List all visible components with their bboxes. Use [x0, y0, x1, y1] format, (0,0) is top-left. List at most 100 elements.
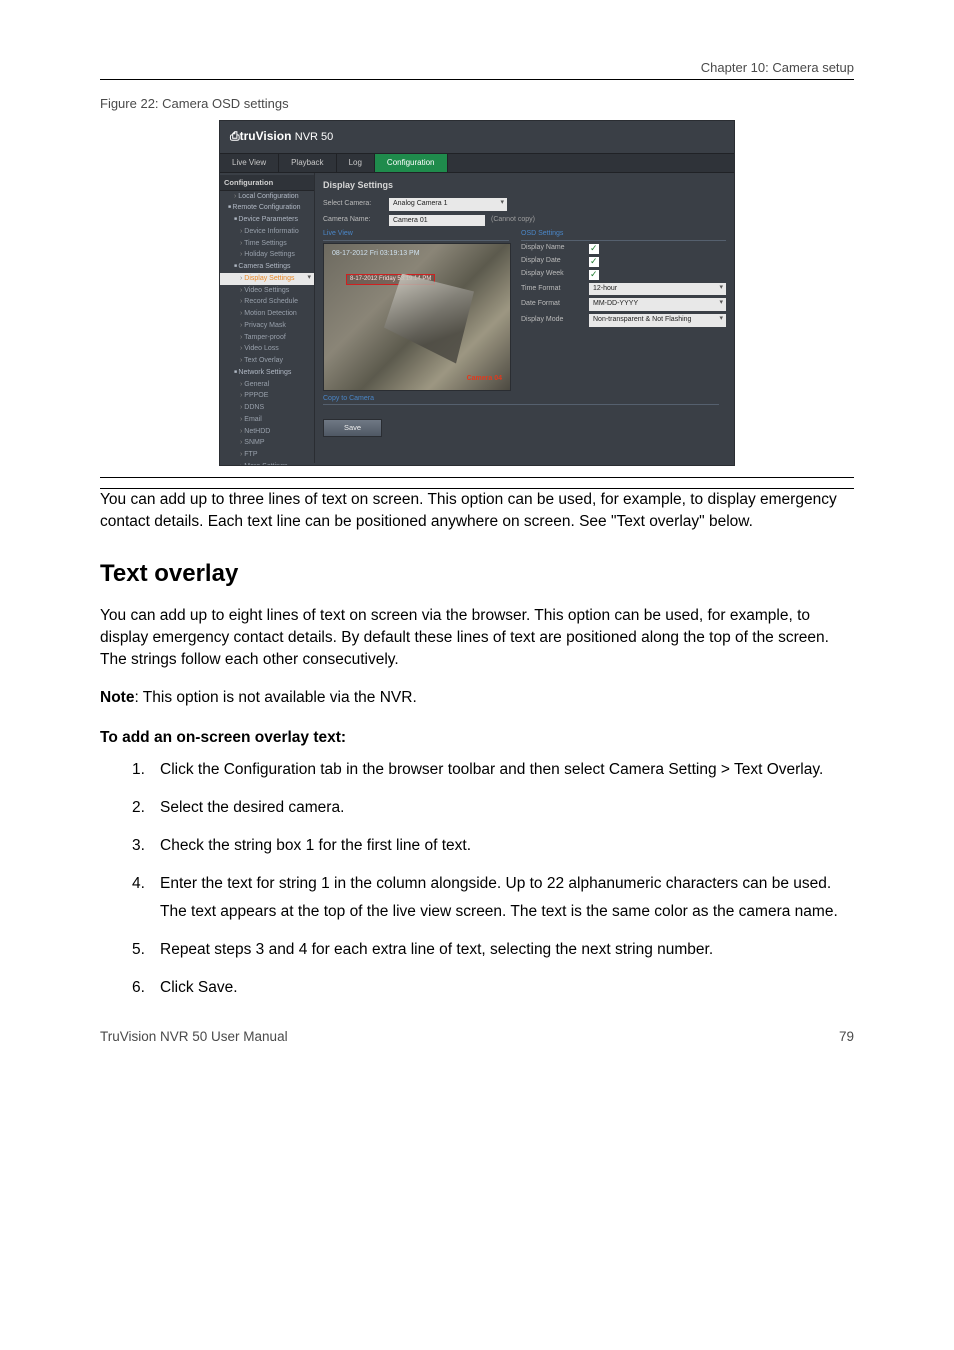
osd-label: Display Mode: [521, 316, 583, 325]
osd-label: Date Format: [521, 300, 583, 309]
preview-timestamp: 08-17-2012 Fri 03:19:13 PM: [332, 250, 420, 259]
live-view-header: Live View: [323, 230, 509, 241]
osd-row: Display Mode Non-transparent & Not Flashi…: [521, 314, 726, 327]
sidebar-item[interactable]: NetHDD: [220, 426, 314, 438]
step-2: 2.Select the desired camera.: [100, 797, 854, 819]
sidebar-item[interactable]: Text Overlay: [220, 356, 314, 368]
dropdown[interactable]: MM-DD-YYYY: [589, 298, 726, 311]
dropdown[interactable]: Non-transparent & Not Flashing: [589, 314, 726, 327]
brand-main: Vision: [256, 129, 292, 143]
sidebar-item[interactable]: Video Loss: [220, 344, 314, 356]
heading-text-overlay: Text overlay: [100, 557, 854, 591]
camera-name-input[interactable]: [389, 215, 485, 226]
save-button[interactable]: Save: [323, 419, 382, 436]
step-1: 1.Click the Configuration tab in the bro…: [100, 759, 854, 781]
osd-row: Display Week: [521, 270, 726, 280]
osd-label: Display Week: [521, 270, 583, 279]
step-number: 1.: [132, 759, 160, 781]
page-title: Display Settings: [323, 177, 726, 194]
brand-icon: ⎙: [230, 129, 240, 143]
step-text: Check the string box 1 for the first lin…: [160, 837, 471, 854]
sidebar-item[interactable]: FTP: [220, 450, 314, 462]
chapter-heading: Chapter 10: Camera setup: [100, 60, 854, 75]
step-text: Click the Configuration tab in the brows…: [160, 761, 823, 778]
sidebar-item[interactable]: Record Schedule: [220, 297, 314, 309]
osd-header: OSD Settings: [521, 230, 726, 241]
body-paragraph: You can add up to three lines of text on…: [100, 489, 854, 533]
preview-camera-label[interactable]: Camera 04: [467, 375, 502, 384]
main-nav: Live View Playback Log Configuration: [220, 153, 734, 173]
brand: ⎙truVision NVR 50: [220, 121, 734, 153]
checkbox[interactable]: [589, 244, 599, 254]
checkbox[interactable]: [589, 270, 599, 280]
sidebar-item[interactable]: Remote Configuration: [220, 203, 314, 215]
step-4: 4.Enter the text for string 1 in the col…: [100, 873, 854, 923]
step-text: Select the desired camera.: [160, 799, 344, 816]
nav-live-view[interactable]: Live View: [220, 154, 279, 172]
osd-row: Display Date: [521, 257, 726, 267]
step-text: Repeat steps 3 and 4 for each extra line…: [160, 941, 713, 958]
note-label: Note: [100, 689, 134, 706]
sidebar-item[interactable]: More Settings: [220, 461, 314, 465]
note-text: : This option is not available via the N…: [134, 689, 416, 706]
camera-name-note: (Cannot copy): [491, 216, 535, 225]
screenshot-app: ⎙truVision NVR 50 Live View Playback Log…: [220, 121, 734, 465]
brand-model: NVR 50: [295, 131, 334, 143]
nav-log[interactable]: Log: [337, 154, 375, 172]
step-3: 3.Check the string box 1 for the first l…: [100, 835, 854, 857]
footer-page-number: 79: [839, 1029, 854, 1044]
nav-playback[interactable]: Playback: [279, 154, 336, 172]
heading-procedure: To add an on-screen overlay text:: [100, 727, 854, 749]
sidebar-item[interactable]: Local Configuration: [220, 191, 314, 203]
sidebar-item[interactable]: Network Settings: [220, 367, 314, 379]
sidebar-item[interactable]: Video Settings: [220, 285, 314, 297]
sidebar-item[interactable]: Display Settings: [220, 273, 314, 285]
step-6: 6.Click Save.: [100, 977, 854, 999]
nav-configuration[interactable]: Configuration: [375, 154, 448, 172]
sidebar-item[interactable]: Time Settings: [220, 238, 314, 250]
body-paragraph: You can add up to eight lines of text on…: [100, 605, 854, 671]
sidebar-item[interactable]: Holiday Settings: [220, 250, 314, 262]
osd-label: Time Format: [521, 285, 583, 294]
step-number: 4.: [132, 873, 160, 895]
step-text-cont: The text appears at the top of the live …: [160, 901, 854, 923]
sidebar-item[interactable]: Device Informatio: [220, 226, 314, 238]
sidebar-item[interactable]: DDNS: [220, 403, 314, 415]
osd-row: Date Format MM-DD-YYYY: [521, 298, 726, 311]
sidebar-item[interactable]: Camera Settings: [220, 262, 314, 274]
sidebar-item[interactable]: General: [220, 379, 314, 391]
sidebar-item[interactable]: Motion Detection: [220, 309, 314, 321]
sidebar: Configuration Local ConfigurationRemote …: [220, 173, 315, 463]
step-text: Click Save.: [160, 979, 238, 996]
figure-caption: Figure 22: Camera OSD settings: [100, 96, 854, 111]
step-number: 3.: [132, 835, 160, 857]
sidebar-item[interactable]: PPPOE: [220, 391, 314, 403]
step-text: Enter the text for string 1 in the colum…: [160, 875, 831, 892]
footer-doc-title: TruVision NVR 50 User Manual: [100, 1029, 288, 1044]
checkbox[interactable]: [589, 257, 599, 267]
step-number: 5.: [132, 939, 160, 961]
osd-label: Display Date: [521, 257, 583, 266]
step-number: 6.: [132, 977, 160, 999]
sidebar-item[interactable]: Email: [220, 414, 314, 426]
camera-preview[interactable]: 08-17-2012 Fri 03:19:13 PM 8-17-2012 Fri…: [323, 243, 511, 391]
step-5: 5.Repeat steps 3 and 4 for each extra li…: [100, 939, 854, 961]
step-number: 2.: [132, 797, 160, 819]
sidebar-item[interactable]: SNMP: [220, 438, 314, 450]
sidebar-item[interactable]: Device Parameters: [220, 215, 314, 227]
sidebar-item[interactable]: Tamper-proof: [220, 332, 314, 344]
osd-label: Display Name: [521, 244, 583, 253]
sidebar-title: Configuration: [220, 175, 314, 191]
osd-row: Display Name: [521, 244, 726, 254]
content-pane: Display Settings Select Camera: Analog C…: [315, 173, 734, 463]
select-camera-dropdown[interactable]: Analog Camera 1: [389, 198, 507, 211]
osd-row: Time Format 12-hour: [521, 283, 726, 296]
sidebar-item[interactable]: Privacy Mask: [220, 320, 314, 332]
preview-image-content: [384, 274, 474, 364]
body-paragraph-note: Note: This option is not available via t…: [100, 687, 854, 709]
select-camera-label: Select Camera:: [323, 200, 383, 209]
dropdown[interactable]: 12-hour: [589, 283, 726, 296]
camera-name-label: Camera Name:: [323, 216, 383, 225]
brand-prefix: tru: [240, 129, 256, 143]
copy-to-camera[interactable]: Copy to Camera: [323, 395, 719, 406]
